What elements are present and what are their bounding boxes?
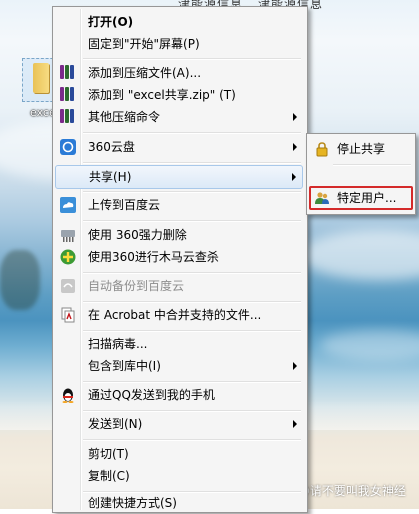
shredder-icon — [60, 227, 76, 243]
submenu-arrow-icon — [293, 143, 297, 151]
menu-item-label: 通过QQ发送到我的手机 — [88, 388, 215, 402]
qq-penguin-icon — [60, 387, 76, 403]
winrar-books-icon — [60, 65, 76, 81]
menu-item-label: 使用 360强力删除 — [88, 228, 187, 242]
acrobat-icon — [60, 307, 76, 323]
menu-item-label: 复制(C) — [88, 469, 130, 483]
menu-item-copy[interactable]: 复制(C) — [55, 465, 303, 487]
menu-item-open[interactable]: 打开(O) — [55, 11, 303, 33]
submenu-arrow-icon — [293, 362, 297, 370]
menu-item-label: 剪切(T) — [88, 447, 129, 461]
menu-item-create-shortcut[interactable]: 创建快捷方式(S) — [55, 492, 303, 514]
menu-item-label: 打开(O) — [88, 15, 134, 29]
menu-item-label: 360云盘 — [88, 140, 135, 154]
context-menu: 打开(O) 固定到"开始"屏幕(P) 添加到压缩文件(A)... 添加到 "ex… — [52, 6, 308, 513]
menu-item-virus-scan[interactable]: 扫描病毒... — [55, 333, 303, 355]
menu-item-other-compress[interactable]: 其他压缩命令 — [55, 106, 303, 128]
menu-item-label: 发送到(N) — [88, 417, 143, 431]
cloud-360-icon — [60, 139, 76, 155]
menu-item-label: 固定到"开始"屏幕(P) — [88, 37, 200, 51]
menu-item-label: 包含到库中(I) — [88, 359, 161, 373]
winrar-books-icon — [60, 87, 76, 103]
annotation-highlight-box — [309, 186, 413, 210]
menu-item-upload-baidu[interactable]: 上传到百度云 — [55, 194, 303, 216]
menu-item-send-to[interactable]: 发送到(N) — [55, 413, 303, 435]
submenu-arrow-icon — [293, 420, 297, 428]
menu-item-label: 上传到百度云 — [88, 198, 161, 212]
submenu-arrow-icon — [292, 173, 296, 181]
submenu-arrow-icon — [293, 113, 297, 121]
menu-item-qq-send-phone[interactable]: 通过QQ发送到我的手机 — [55, 384, 303, 406]
baidu-cloud-icon — [60, 197, 76, 213]
menu-item-include-library[interactable]: 包含到库中(I) — [55, 355, 303, 377]
menu-item-label: 创建快捷方式(S) — [88, 496, 177, 510]
menu-item-auto-backup[interactable]: 自动备份到百度云 — [55, 275, 303, 297]
winrar-books-icon — [60, 109, 76, 125]
menu-item-label: 添加到压缩文件(A)... — [88, 66, 202, 80]
menu-item-add-archive[interactable]: 添加到压缩文件(A)... — [55, 62, 303, 84]
lock-icon — [314, 141, 330, 157]
menu-item-share[interactable]: 共享(H) — [55, 165, 303, 189]
menu-item-label: 扫描病毒... — [88, 337, 148, 351]
submenu-item-label: 停止共享 — [337, 142, 386, 156]
menu-item-label: 自动备份到百度云 — [88, 279, 185, 293]
menu-item-360-scan[interactable]: 使用360进行木马云查杀 — [55, 246, 303, 268]
menu-item-label: 共享(H) — [89, 170, 132, 184]
menu-item-cut[interactable]: 剪切(T) — [55, 443, 303, 465]
menu-item-label: 添加到 "excel共享.zip" (T) — [88, 88, 236, 102]
submenu-item-stop-sharing[interactable]: 停止共享 — [309, 138, 413, 160]
menu-item-pin-start[interactable]: 固定到"开始"屏幕(P) — [55, 33, 303, 55]
menu-item-label: 其他压缩命令 — [88, 110, 161, 124]
menu-item-360-delete[interactable]: 使用 360强力删除 — [55, 224, 303, 246]
menu-item-add-zip[interactable]: 添加到 "excel共享.zip" (T) — [55, 84, 303, 106]
menu-item-acrobat-merge[interactable]: 在 Acrobat 中合并支持的文件... — [55, 304, 303, 326]
shield-360-icon — [60, 249, 76, 265]
menu-item-label: 使用360进行木马云查杀 — [88, 250, 219, 264]
backup-icon — [60, 278, 76, 294]
menu-item-360-cloud[interactable]: 360云盘 — [55, 136, 303, 158]
menu-item-label: 在 Acrobat 中合并支持的文件... — [88, 308, 262, 322]
